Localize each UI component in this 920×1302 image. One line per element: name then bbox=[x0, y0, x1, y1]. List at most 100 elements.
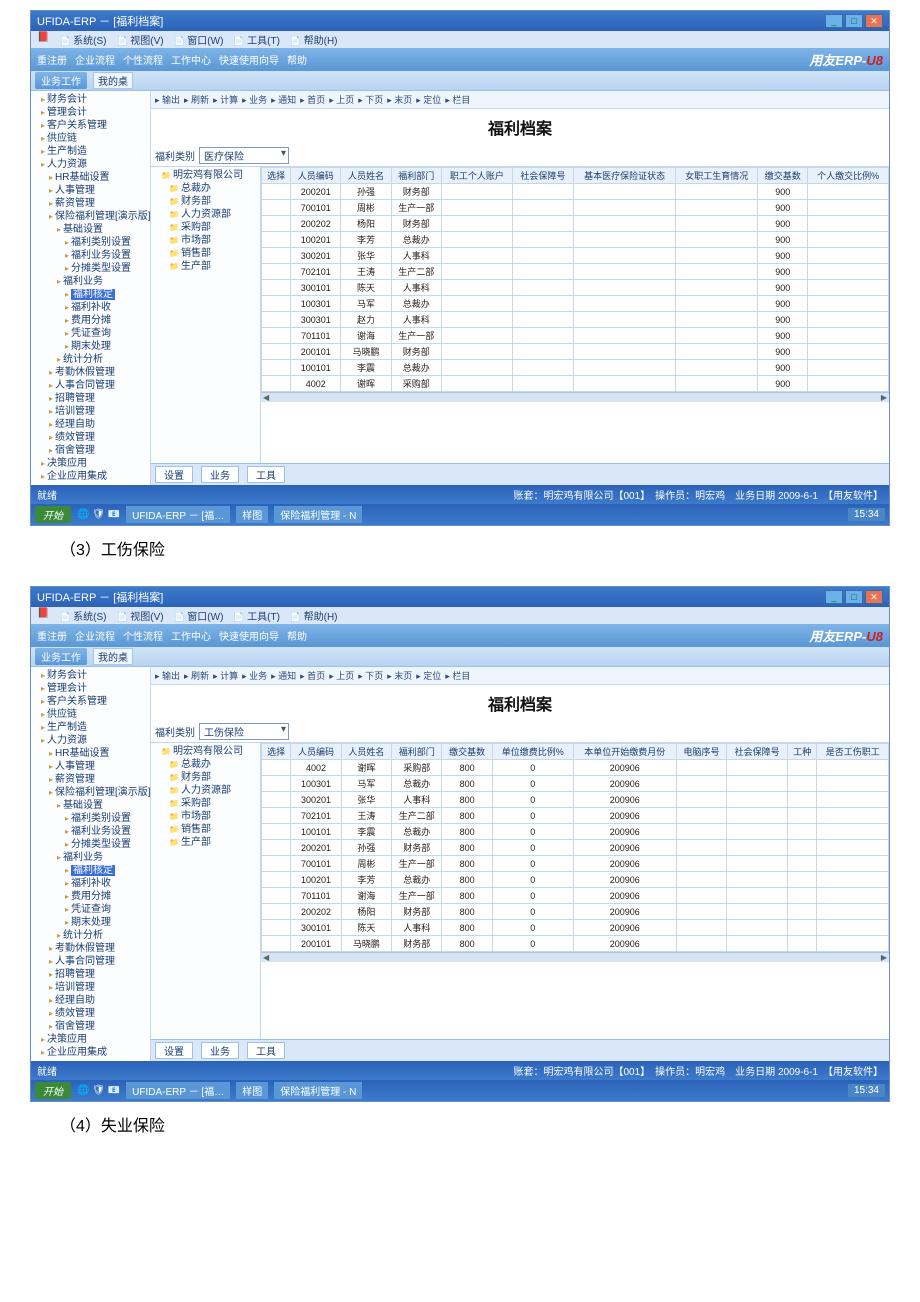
nav-item[interactable]: 宿舍管理 bbox=[41, 1020, 150, 1033]
table-row[interactable]: 4002谢晖采购部8000200906 bbox=[262, 760, 889, 776]
nav-item[interactable]: 生产制造 bbox=[41, 721, 150, 734]
menu-tools[interactable]: 工具(T) bbox=[233, 32, 280, 47]
nav-item[interactable]: 招聘管理 bbox=[41, 392, 150, 405]
dept-root[interactable]: 明宏鸡有限公司 bbox=[161, 169, 258, 182]
nav-item[interactable]: 绩效管理 bbox=[41, 431, 150, 444]
nav-item[interactable]: 福利补收 bbox=[41, 877, 150, 890]
nav-item[interactable]: 供应链 bbox=[41, 132, 150, 145]
nav-item[interactable]: 管理会计 bbox=[41, 106, 150, 119]
nav-item[interactable]: HR基础设置 bbox=[41, 747, 150, 760]
nav-item[interactable]: 基础设置 bbox=[41, 223, 150, 236]
tab-setup[interactable]: 设置 bbox=[155, 466, 193, 483]
dept-item[interactable]: 总裁办 bbox=[169, 758, 258, 771]
nav-tree[interactable]: 财务会计管理会计客户关系管理供应链生产制造人力资源HR基础设置人事管理薪资管理保… bbox=[31, 91, 151, 485]
table-row[interactable]: 4002谢晖采购部900 bbox=[262, 376, 889, 392]
toolbar-定位[interactable]: ▸ 定位 bbox=[416, 93, 441, 106]
menu-window[interactable]: 窗口(W) bbox=[174, 608, 224, 623]
table-row[interactable]: 200101马晓鹏财务部900 bbox=[262, 344, 889, 360]
link-personal-flow[interactable]: 个性流程 bbox=[123, 628, 163, 643]
toolbar-输出[interactable]: ▸ 输出 bbox=[155, 669, 180, 682]
nav-item[interactable]: 分摊类型设置 bbox=[41, 838, 150, 851]
link-ent-flow[interactable]: 企业流程 bbox=[75, 52, 115, 67]
nav-item[interactable]: 财务会计 bbox=[41, 93, 150, 106]
table-row[interactable]: 700101周彬生产一部8000200906 bbox=[262, 856, 889, 872]
tab-tool[interactable]: 工具 bbox=[247, 1042, 285, 1059]
col-header[interactable]: 缴交基数 bbox=[442, 744, 492, 760]
nav-item[interactable]: 福利业务 bbox=[41, 851, 150, 864]
task-doc[interactable]: 保险福利管理 - N bbox=[274, 506, 362, 523]
toolbar-计算[interactable]: ▸ 计算 bbox=[213, 669, 238, 682]
table-row[interactable]: 200202杨阳财务部8000200906 bbox=[262, 904, 889, 920]
link-work-center[interactable]: 工作中心 bbox=[171, 52, 211, 67]
col-header[interactable]: 女职工生育情况 bbox=[676, 168, 758, 184]
nav-item[interactable]: 管理会计 bbox=[41, 682, 150, 695]
nav-item[interactable]: 人力资源 bbox=[41, 734, 150, 747]
dept-item[interactable]: 市场部 bbox=[169, 810, 258, 823]
dept-tree[interactable]: 明宏鸡有限公司总裁办财务部人力资源部采购部市场部销售部生产部 bbox=[151, 167, 261, 463]
nav-item[interactable]: 福利业务 bbox=[41, 275, 150, 288]
dept-item[interactable]: 采购部 bbox=[169, 797, 258, 810]
nav-item[interactable]: 人事管理 bbox=[41, 184, 150, 197]
minimize-icon[interactable]: _ bbox=[825, 590, 843, 604]
filter-select[interactable]: 医疗保险 bbox=[199, 147, 289, 164]
toolbar-栏目[interactable]: ▸ 栏目 bbox=[445, 93, 470, 106]
nav-item[interactable]: 考勤休假管理 bbox=[41, 942, 150, 955]
table-row[interactable]: 700101周彬生产一部900 bbox=[262, 200, 889, 216]
dept-root[interactable]: 明宏鸡有限公司 bbox=[161, 745, 258, 758]
col-header[interactable]: 人员编码 bbox=[291, 168, 341, 184]
col-header[interactable]: 选择 bbox=[262, 744, 291, 760]
toolbar-下页[interactable]: ▸ 下页 bbox=[358, 93, 383, 106]
col-header[interactable]: 职工个人账户 bbox=[441, 168, 512, 184]
os-taskbar[interactable]: 开始 🌐 🛡 📧 UFIDA-ERP － [福… 样图 保险福利管理 - N 1… bbox=[31, 1080, 889, 1101]
nav-item[interactable]: 绩效管理 bbox=[41, 1007, 150, 1020]
work-btn[interactable]: 我的桌 bbox=[93, 648, 133, 665]
nav-item[interactable]: 经理自助 bbox=[41, 418, 150, 431]
link-personal-flow[interactable]: 个性流程 bbox=[123, 52, 163, 67]
col-header[interactable]: 是否工伤职工 bbox=[817, 744, 889, 760]
nav-item[interactable]: 费用分摊 bbox=[41, 314, 150, 327]
dept-item[interactable]: 总裁办 bbox=[169, 182, 258, 195]
toolbar-计算[interactable]: ▸ 计算 bbox=[213, 93, 238, 106]
nav-item[interactable]: 福利核定 bbox=[41, 288, 150, 301]
table-row[interactable]: 300201张华人事科900 bbox=[262, 248, 889, 264]
nav-item[interactable]: 人事管理 bbox=[41, 760, 150, 773]
nav-item[interactable]: 客户关系管理 bbox=[41, 695, 150, 708]
data-grid[interactable]: 选择人员编码人员姓名福利部门职工个人账户社会保障号基本医疗保险证状态女职工生育情… bbox=[261, 167, 889, 463]
nav-item[interactable]: 薪资管理 bbox=[41, 197, 150, 210]
toolbar-刷新[interactable]: ▸ 刷新 bbox=[184, 669, 209, 682]
nav-item[interactable]: 供应链 bbox=[41, 708, 150, 721]
nav-item[interactable]: 费用分摊 bbox=[41, 890, 150, 903]
nav-item[interactable]: 企业应用集成 bbox=[41, 470, 150, 483]
nav-item[interactable]: 分摊类型设置 bbox=[41, 262, 150, 275]
table-row[interactable]: 300101陈天人事科900 bbox=[262, 280, 889, 296]
nav-item[interactable]: 福利业务设置 bbox=[41, 249, 150, 262]
col-header[interactable]: 社会保障号 bbox=[727, 744, 788, 760]
nav-item[interactable]: 决策应用 bbox=[41, 457, 150, 470]
close-icon[interactable]: ✕ bbox=[865, 14, 883, 28]
table-row[interactable]: 100101李震总裁办8000200906 bbox=[262, 824, 889, 840]
col-header[interactable]: 个人缴交比例% bbox=[808, 168, 889, 184]
toolbar-末页[interactable]: ▸ 末页 bbox=[387, 669, 412, 682]
nav-item[interactable]: 基础设置 bbox=[41, 799, 150, 812]
table-row[interactable]: 300101陈天人事科8000200906 bbox=[262, 920, 889, 936]
dept-item[interactable]: 销售部 bbox=[169, 823, 258, 836]
toolbar-下页[interactable]: ▸ 下页 bbox=[358, 669, 383, 682]
col-header[interactable]: 工种 bbox=[788, 744, 817, 760]
nav-item[interactable]: 统计分析 bbox=[41, 929, 150, 942]
link-quick-guide[interactable]: 快速使用向导 bbox=[219, 628, 279, 643]
link-help[interactable]: 帮助 bbox=[287, 628, 307, 643]
menu-system[interactable]: 系统(S) bbox=[59, 608, 106, 623]
nav-item[interactable]: 福利类别设置 bbox=[41, 812, 150, 825]
toolbar-栏目[interactable]: ▸ 栏目 bbox=[445, 669, 470, 682]
toolbar-通知[interactable]: ▸ 通知 bbox=[271, 93, 296, 106]
dept-item[interactable]: 市场部 bbox=[169, 234, 258, 247]
toolbar-通知[interactable]: ▸ 通知 bbox=[271, 669, 296, 682]
col-header[interactable]: 人员姓名 bbox=[341, 168, 391, 184]
nav-item[interactable]: 凭证查询 bbox=[41, 327, 150, 340]
os-taskbar[interactable]: 开始 🌐 🛡 📧 UFIDA-ERP － [福… 样图 保险福利管理 - N 1… bbox=[31, 504, 889, 525]
col-header[interactable]: 选择 bbox=[262, 168, 291, 184]
nav-item[interactable]: 保险福利管理[演示版] bbox=[41, 210, 150, 223]
menu-view[interactable]: 视图(V) bbox=[117, 32, 164, 47]
dept-item[interactable]: 生产部 bbox=[169, 836, 258, 849]
table-row[interactable]: 100201李芳总裁办8000200906 bbox=[262, 872, 889, 888]
